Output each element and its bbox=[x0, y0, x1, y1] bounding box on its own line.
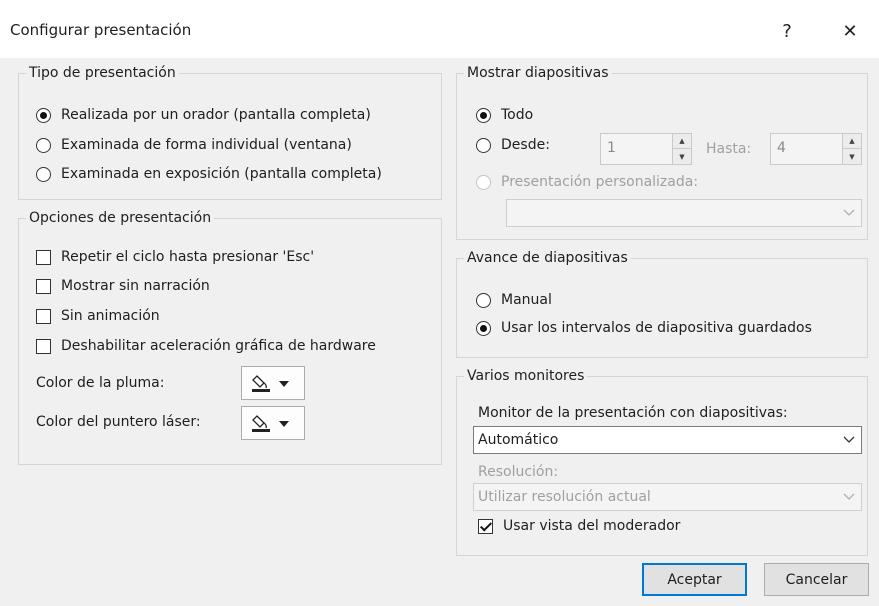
paint-bucket-icon bbox=[252, 415, 289, 432]
check-sin-animacion-label: Sin animación bbox=[61, 308, 160, 324]
chevron-down-icon bbox=[837, 484, 861, 510]
radio-personalizada-label: Presentación personalizada: bbox=[501, 174, 699, 190]
radio-intervalos-label: Usar los intervalos de diapositiva guard… bbox=[501, 320, 812, 336]
radio-todo-indicator[interactable] bbox=[476, 107, 491, 123]
radio-manual-label: Manual bbox=[501, 292, 552, 308]
ok-button[interactable]: Aceptar bbox=[642, 563, 747, 596]
radio-orador-indicator[interactable] bbox=[36, 107, 51, 123]
monitor-label: Monitor de la presentación con diapositi… bbox=[478, 405, 788, 421]
close-icon: ✕ bbox=[842, 20, 858, 42]
radio-orador[interactable]: Realizada por un orador (pantalla comple… bbox=[36, 107, 371, 123]
desde-spin-buttons[interactable]: ▲ ▼ bbox=[672, 134, 691, 164]
cancel-button[interactable]: Cancelar bbox=[764, 563, 869, 596]
hasta-spinner[interactable]: 4 ▲ ▼ bbox=[770, 133, 862, 165]
hasta-value: 4 bbox=[777, 140, 786, 156]
chevron-down-icon bbox=[837, 200, 861, 226]
help-button[interactable]: ? bbox=[767, 14, 807, 48]
spin-down-icon[interactable]: ▼ bbox=[843, 149, 861, 164]
check-sin-animacion[interactable]: Sin animación bbox=[36, 308, 160, 324]
spin-up-icon[interactable]: ▲ bbox=[673, 134, 691, 149]
radio-intervalos[interactable]: Usar los intervalos de diapositiva guard… bbox=[476, 320, 812, 336]
resolucion-value: Utilizar resolución actual bbox=[478, 489, 651, 505]
hasta-spin-buttons[interactable]: ▲ ▼ bbox=[842, 134, 861, 164]
resolucion-dropdown: Utilizar resolución actual bbox=[473, 483, 862, 511]
chevron-down-icon[interactable] bbox=[837, 427, 861, 453]
paint-bucket-icon bbox=[252, 375, 289, 392]
spin-down-icon[interactable]: ▼ bbox=[673, 149, 691, 164]
radio-personalizada-indicator bbox=[476, 174, 491, 190]
check-sin-narracion[interactable]: Mostrar sin narración bbox=[36, 278, 210, 294]
radio-intervalos-indicator[interactable] bbox=[476, 320, 491, 336]
check-aceleracion-box[interactable] bbox=[36, 338, 51, 354]
check-sin-narracion-label: Mostrar sin narración bbox=[61, 278, 210, 294]
desde-spinner[interactable]: 1 ▲ ▼ bbox=[600, 133, 692, 165]
check-aceleracion[interactable]: Deshabilitar aceleración gráfica de hard… bbox=[36, 338, 376, 354]
radio-personalizada: Presentación personalizada: bbox=[476, 174, 698, 190]
radio-orador-label: Realizada por un orador (pantalla comple… bbox=[61, 107, 371, 123]
pen-color-label: Color de la pluma: bbox=[36, 375, 165, 391]
radio-todo[interactable]: Todo bbox=[476, 107, 533, 123]
check-sin-narracion-box[interactable] bbox=[36, 278, 51, 294]
resolucion-label: Resolución: bbox=[478, 464, 559, 480]
group-mostrar-legend: Mostrar diapositivas bbox=[464, 65, 612, 81]
radio-manual[interactable]: Manual bbox=[476, 292, 552, 308]
check-repetir-label: Repetir el ciclo hasta presionar 'Esc' bbox=[61, 249, 315, 265]
radio-desde[interactable]: Desde: bbox=[476, 137, 550, 153]
spin-up-icon[interactable]: ▲ bbox=[843, 134, 861, 149]
hasta-label: Hasta: bbox=[706, 141, 752, 157]
radio-desde-indicator[interactable] bbox=[476, 137, 491, 153]
group-avance-legend: Avance de diapositivas bbox=[464, 250, 631, 266]
radio-desde-label: Desde: bbox=[501, 137, 550, 153]
personalizada-dropdown bbox=[506, 199, 862, 227]
close-button[interactable]: ✕ bbox=[830, 14, 870, 48]
radio-exposicion[interactable]: Examinada en exposición (pantalla comple… bbox=[36, 166, 382, 182]
laser-color-button[interactable] bbox=[241, 406, 305, 440]
pen-color-button[interactable] bbox=[241, 366, 305, 400]
laser-color-label: Color del puntero láser: bbox=[36, 414, 201, 430]
radio-exposicion-label: Examinada en exposición (pantalla comple… bbox=[61, 166, 382, 182]
radio-exposicion-indicator[interactable] bbox=[36, 166, 51, 182]
radio-todo-label: Todo bbox=[501, 107, 534, 123]
check-repetir-box[interactable] bbox=[36, 249, 51, 265]
monitor-value: Automático bbox=[478, 432, 559, 448]
monitor-dropdown[interactable]: Automático bbox=[473, 426, 862, 454]
radio-manual-indicator[interactable] bbox=[476, 292, 491, 308]
check-repetir[interactable]: Repetir el ciclo hasta presionar 'Esc' bbox=[36, 249, 314, 265]
group-monitores-legend: Varios monitores bbox=[464, 368, 588, 384]
desde-value: 1 bbox=[607, 140, 616, 156]
group-tipo-legend: Tipo de presentación bbox=[26, 65, 179, 81]
check-aceleracion-label: Deshabilitar aceleración gráfica de hard… bbox=[61, 338, 376, 354]
check-moderador-box[interactable] bbox=[478, 518, 493, 534]
dialog-title: Configurar presentación bbox=[10, 21, 192, 39]
group-avance bbox=[456, 258, 868, 358]
check-sin-animacion-box[interactable] bbox=[36, 308, 51, 324]
check-moderador[interactable]: Usar vista del moderador bbox=[478, 518, 680, 534]
radio-individual[interactable]: Examinada de forma individual (ventana) bbox=[36, 137, 352, 153]
help-icon: ? bbox=[782, 20, 792, 42]
check-moderador-label: Usar vista del moderador bbox=[503, 518, 681, 534]
radio-individual-label: Examinada de forma individual (ventana) bbox=[61, 137, 352, 153]
radio-individual-indicator[interactable] bbox=[36, 137, 51, 153]
group-opciones-legend: Opciones de presentación bbox=[26, 210, 215, 226]
